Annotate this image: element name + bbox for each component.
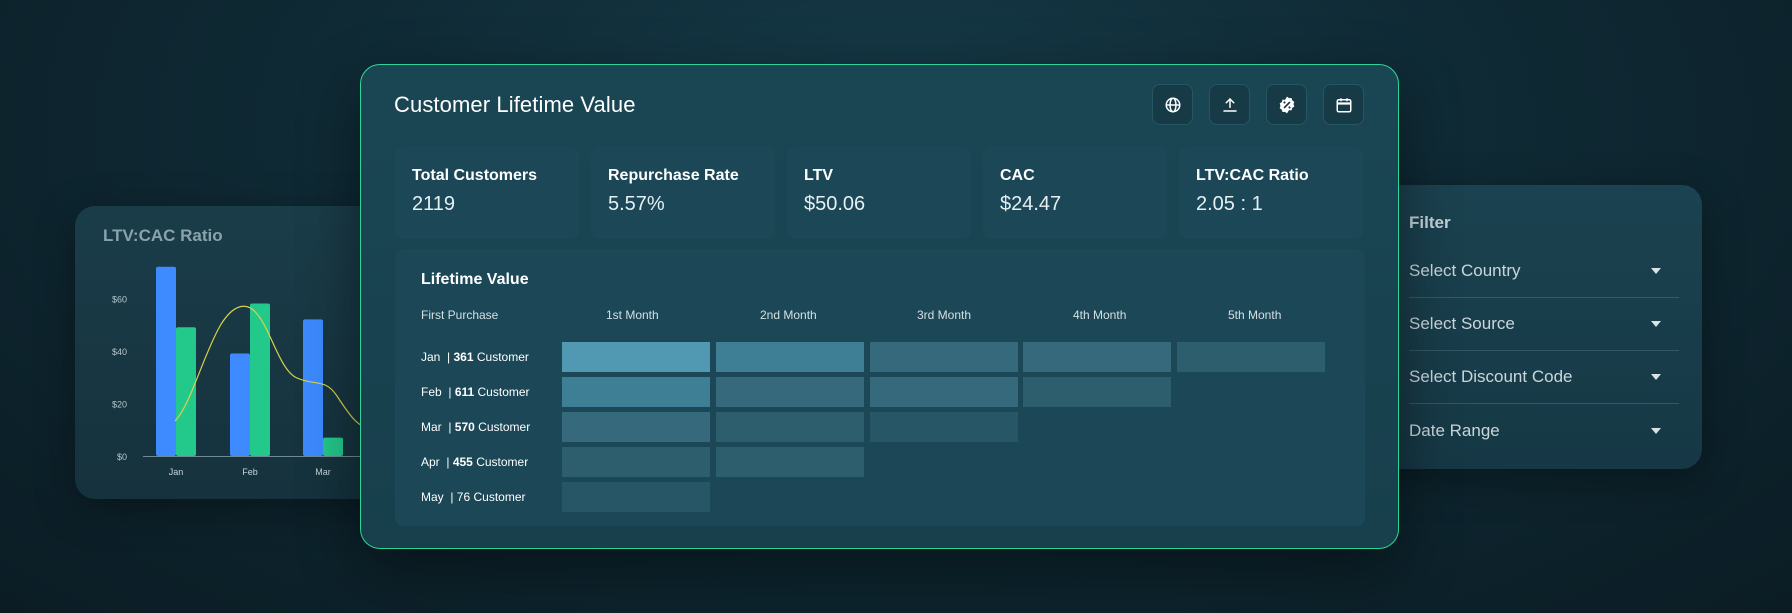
kpi-label: LTV:CAC Ratio	[1196, 167, 1309, 184]
cohort-cell	[716, 447, 864, 477]
first-purchase-header: First Purchase	[421, 308, 499, 322]
cohort-suffix: Customer	[476, 455, 529, 469]
cohort-count: 361	[453, 350, 474, 364]
discount-code-select-label: Select Discount Code	[1409, 367, 1573, 386]
month-header-3: 3rd Month	[917, 308, 972, 322]
filter-title: Filter	[1409, 213, 1451, 232]
date-range-select-label: Date Range	[1409, 420, 1500, 440]
month-header-5: 5th Month	[1228, 308, 1282, 322]
kpi-ltv: LTV $50.06	[787, 146, 971, 239]
cohort-cell	[562, 447, 710, 477]
kpi-value: 2.05 : 1	[1196, 193, 1263, 215]
customer-ltv-card: Customer Lifetime Value Total Customers …	[360, 64, 1399, 549]
cohort-month: Jan	[421, 350, 441, 364]
globe-button[interactable]	[1152, 84, 1193, 125]
calendar-icon	[1336, 97, 1351, 112]
bar-feb-series-1	[230, 353, 250, 456]
chevron-down-icon	[1651, 321, 1661, 327]
date-range-select[interactable]: Date Range	[1409, 404, 1679, 457]
kpi-total-customers: Total Customers 2119	[395, 146, 579, 239]
cohort-row-label: May | 76 Customer	[421, 490, 526, 504]
chevron-down-icon	[1651, 427, 1661, 434]
cohort-cell	[562, 342, 710, 372]
page-title: Customer Lifetime Value	[394, 92, 636, 117]
cohort-suffix: Customer	[478, 420, 531, 434]
kpi-value: 2119	[412, 193, 456, 215]
cohort-cell	[562, 377, 710, 407]
cohort-suffix: Customer	[477, 385, 530, 399]
discount-code-select[interactable]: Select Discount Code	[1409, 351, 1679, 404]
cohort-cell	[1177, 342, 1325, 372]
kpi-ltv-cac-ratio: LTV:CAC Ratio 2.05 : 1	[1179, 146, 1363, 239]
bar-mar-series-2	[323, 437, 343, 456]
cohort-row-label: Feb | 611 Customer	[421, 385, 530, 399]
chevron-down-icon	[1651, 374, 1661, 380]
month-header-2: 2nd Month	[760, 308, 817, 322]
chevron-down-icon	[1651, 268, 1661, 274]
cohort-cell	[870, 377, 1018, 407]
cohort-count: 455	[452, 455, 473, 469]
cohort-month: May	[421, 490, 444, 504]
bar-feb-series-2	[250, 303, 270, 456]
y-tick-label: $40	[112, 347, 127, 357]
month-header-1: 1st Month	[606, 308, 659, 322]
cohort-month: Mar	[421, 420, 442, 434]
cohort-count: 611	[454, 385, 475, 399]
cohort-cell	[870, 342, 1018, 372]
cohort-cell	[716, 377, 864, 407]
lifetime-value-panel: Lifetime Value First Purchase 1st Month …	[395, 249, 1365, 526]
bar-jan-series-2	[176, 327, 196, 456]
lifetime-value-title: Lifetime Value	[421, 271, 529, 288]
discount-button[interactable]	[1266, 84, 1307, 125]
cohort-count: 570	[454, 420, 475, 434]
upload-button[interactable]	[1209, 84, 1250, 125]
calendar-button[interactable]	[1323, 84, 1364, 125]
y-tick-label: $0	[117, 452, 127, 462]
cohort-month: Apr	[421, 455, 440, 469]
cohort-month: Feb	[421, 385, 442, 399]
filter-list: Select Country Select Source Select Disc…	[1409, 245, 1679, 457]
kpi-value: $24.47	[1000, 193, 1062, 215]
cohort-suffix: Customer	[476, 350, 529, 364]
cohort-cell	[716, 342, 864, 372]
bar-mar-series-1	[303, 319, 323, 456]
kpi-value: $50.06	[804, 193, 866, 215]
discount-badge-icon	[1279, 96, 1294, 113]
cohort-count: 76	[456, 490, 471, 504]
cohort-cell	[562, 482, 710, 512]
kpi-label: Repurchase Rate	[608, 167, 739, 184]
kpi-row: Total Customers 2119 Repurchase Rate 5.5…	[395, 146, 1363, 239]
cohort-row-label: Jan | 361 Customer	[421, 350, 529, 364]
country-select[interactable]: Select Country	[1409, 245, 1679, 298]
cohort-cell	[1023, 342, 1171, 372]
kpi-label: LTV	[804, 167, 834, 184]
x-tick-label: Feb	[242, 467, 258, 477]
bar-jan-series-1	[156, 266, 176, 456]
source-select[interactable]: Select Source	[1409, 298, 1679, 351]
x-tick-label: Mar	[315, 467, 331, 477]
country-select-label: Select Country	[1409, 261, 1521, 280]
cohort-cell	[562, 412, 710, 442]
cohort-suffix: Customer	[473, 490, 526, 504]
month-header-4: 4th Month	[1073, 308, 1127, 322]
upload-icon	[1222, 97, 1237, 112]
globe-icon	[1165, 97, 1180, 112]
kpi-value: 5.57%	[608, 193, 665, 215]
toolbar	[1152, 84, 1364, 125]
kpi-label: Total Customers	[412, 167, 538, 184]
cohort-row-label: Mar | 570 Customer	[421, 420, 531, 434]
cohort-cell	[870, 412, 1018, 442]
cohort-cell	[1023, 377, 1171, 407]
kpi-repurchase-rate: Repurchase Rate 5.57%	[591, 146, 775, 239]
kpi-label: CAC	[1000, 167, 1035, 184]
ltv-cac-chart-card: LTV:CAC Ratio $0 $20 $40 $60 Jan Feb Mar	[75, 206, 395, 499]
x-tick-label: Jan	[169, 467, 184, 477]
y-tick-label: $20	[112, 399, 127, 409]
cohort-row-label: Apr | 455 Customer	[421, 455, 529, 469]
y-tick-label: $60	[112, 294, 127, 304]
source-select-label: Select Source	[1409, 314, 1515, 333]
ltv-cac-chart: $0 $20 $40 $60 Jan Feb Mar	[112, 266, 395, 477]
cohort-cell	[716, 412, 864, 442]
kpi-cac: CAC $24.47	[983, 146, 1167, 239]
